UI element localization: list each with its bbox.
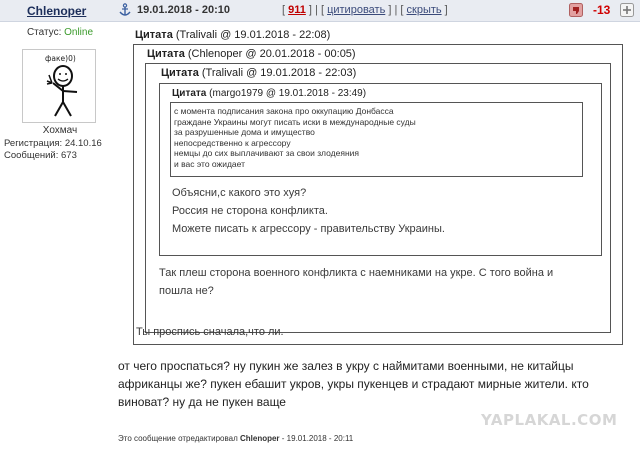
quote-4-box: с момента подписания закона про оккупаци… <box>170 102 583 177</box>
thumb-down-icon[interactable] <box>569 3 583 17</box>
quote-2-box: Цитата (Tralivali @ 19.01.2018 - 22:03) … <box>145 63 611 333</box>
post-body: от чего проспаться? ну пукин же залез в … <box>118 359 589 409</box>
user-status: Статус: Online <box>26 27 94 38</box>
stick-figure-icon: факе)0) <box>45 54 78 117</box>
quote-1-reply: Ты проспись сначала,что ли. <box>136 326 284 338</box>
user-title: Хохмач <box>42 125 78 136</box>
quote-1-title: Цитата (Tralivali @ 19.01.2018 - 22:08) <box>135 29 331 41</box>
cite-link[interactable]: цитировать <box>327 4 385 16</box>
quote-2-reply: Так плеш сторона военного конфликта с на… <box>159 267 554 297</box>
rating-value: -13 <box>593 3 611 17</box>
anchor-icon[interactable] <box>118 3 132 17</box>
quote-3-title: Цитата (Tralivali @ 19.01.2018 - 22:03) <box>161 67 357 79</box>
site-watermark: YAPLAKAL.COM <box>481 411 618 429</box>
avatar-caption: факе)0) <box>45 54 76 63</box>
quote-4-title: Цитата (margo1979 @ 19.01.2018 - 23:49) <box>172 88 367 99</box>
avatar[interactable]: факе)0) <box>22 49 96 123</box>
hide-link[interactable]: скрыть <box>407 4 442 16</box>
quote-3-reply: Объясни,с какого это хуя? Россия не стор… <box>172 187 445 235</box>
thumb-up-icon[interactable] <box>620 3 634 17</box>
quote-2-title: Цитата (Chlenoper @ 20.01.2018 - 00:05) <box>147 48 356 60</box>
post-header: Chlenoper 19.01.2018 - 20:10 [ 911 ] | [… <box>0 0 640 22</box>
edited-note: Это сообщение отредактировал Chlenoper -… <box>118 434 354 443</box>
registration-date: Регистрация: 24.10.16 <box>4 138 102 149</box>
quote-1-box: Цитата (Chlenoper @ 20.01.2018 - 00:05) … <box>133 44 623 345</box>
quote-4-text: с момента подписания закона про оккупаци… <box>174 106 416 169</box>
quote-3-box: Цитата (margo1979 @ 19.01.2018 - 23:49) … <box>159 83 602 256</box>
user-panel: Статус: Online факе)0) Хохмач Регистраци… <box>0 22 120 162</box>
post-number-link[interactable]: 911 <box>288 4 306 16</box>
message-count: Сообщений: 673 <box>4 150 77 161</box>
post-date: 19.01.2018 - 20:10 <box>137 4 230 16</box>
post-actions: [ 911 ] | [ цитировать ] | [ скрыть ] <box>282 4 448 16</box>
author-link[interactable]: Chlenoper <box>27 4 86 18</box>
